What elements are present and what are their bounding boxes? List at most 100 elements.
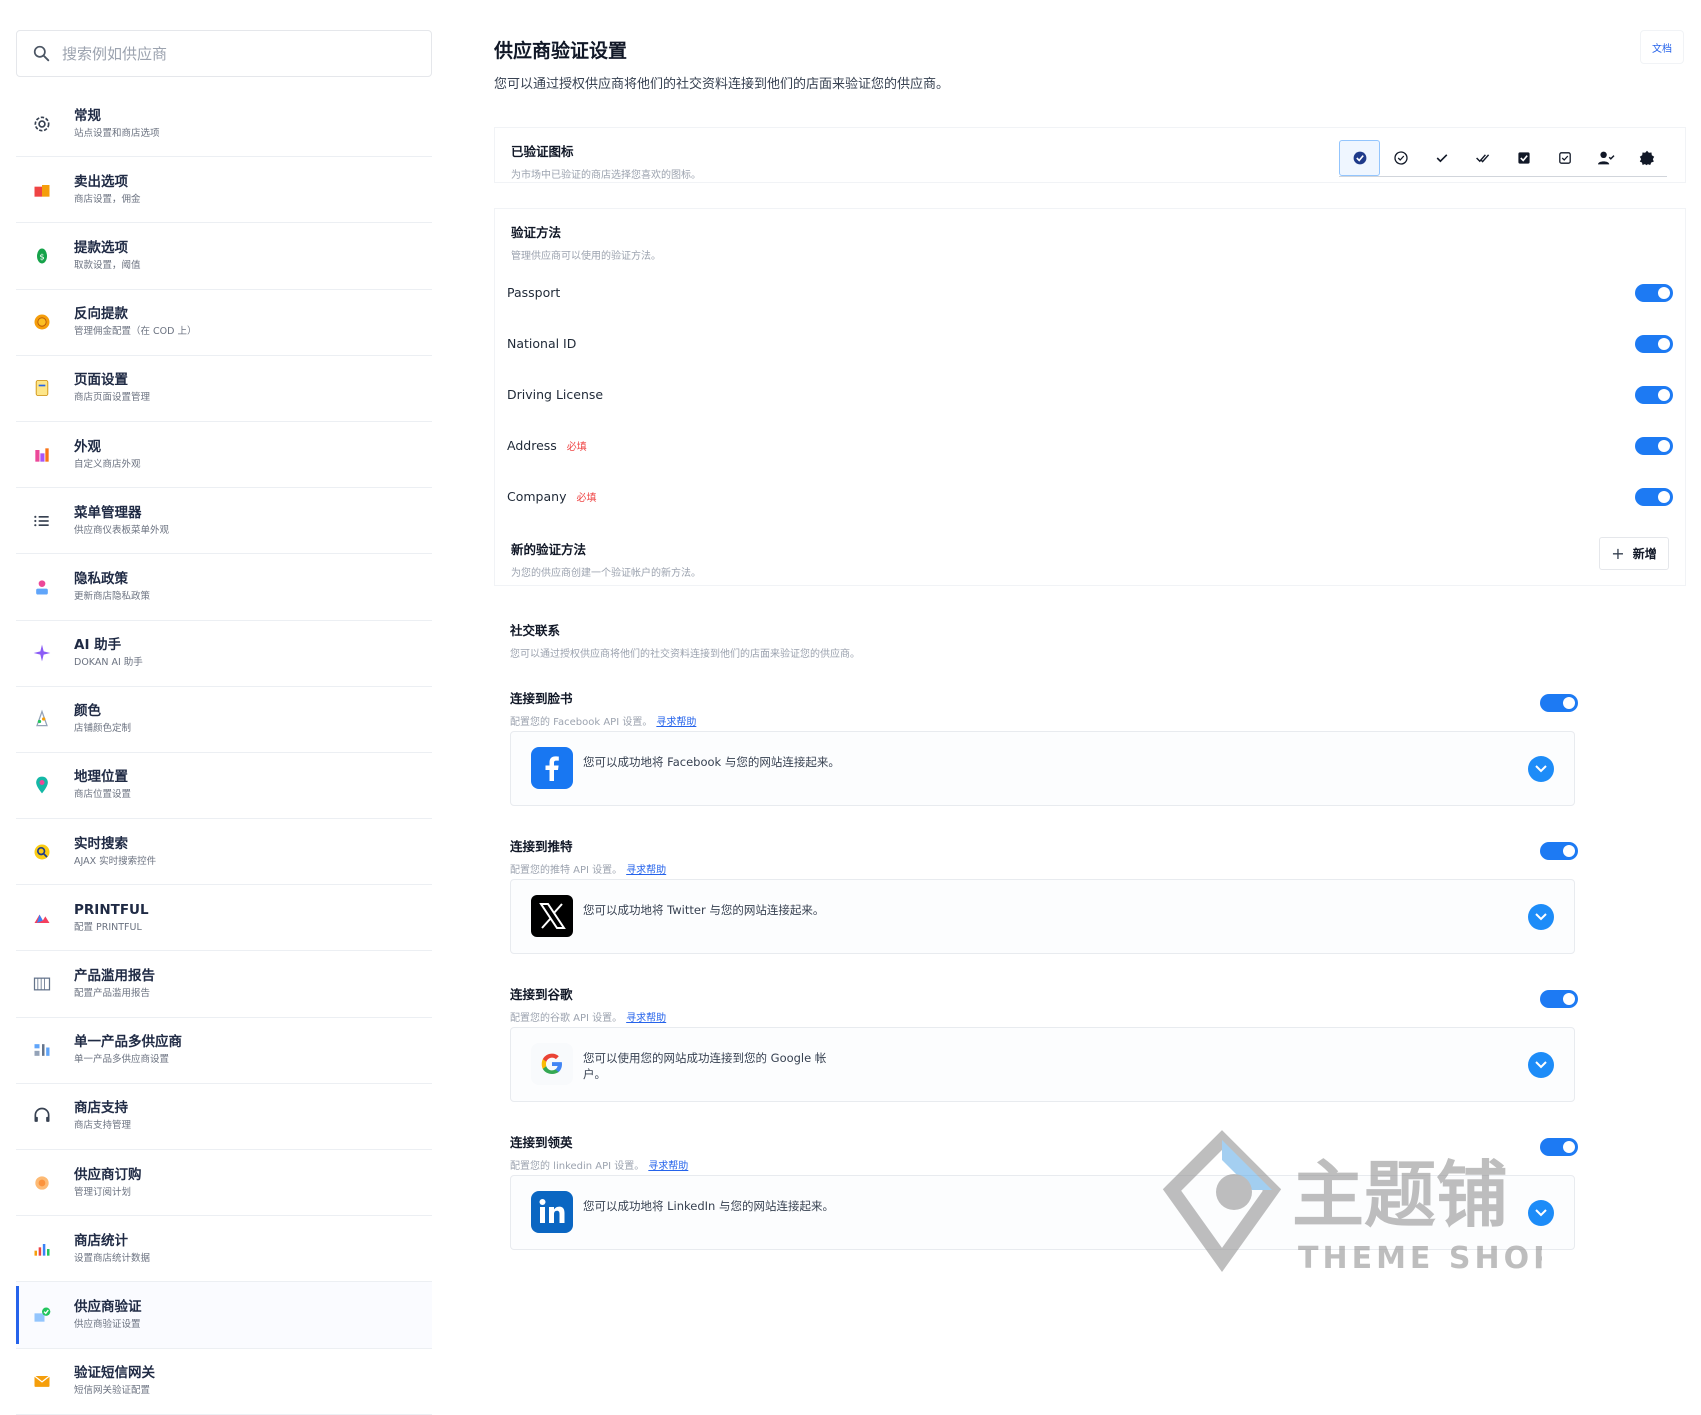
sidebar-item-7[interactable]: 隐私政策 更新商店隐私政策 — [16, 554, 432, 621]
sidebar-item-18[interactable]: 供应商验证 供应商验证设置 — [16, 1282, 432, 1349]
sidebar-item-17[interactable]: 商店统计 设置商店统计数据 — [16, 1216, 432, 1283]
sidebar-item-10[interactable]: 地理位置 商店位置设置 — [16, 753, 432, 820]
sidebar-item-text: 卖出选项 商店设置，佣金 — [74, 173, 141, 207]
method-toggle[interactable] — [1635, 386, 1673, 404]
sidebar-item-title: 供应商订购 — [74, 1166, 142, 1183]
social-connect-1: 连接到推特 配置您的推特 API 设置。 寻求帮助 您可以成功地将 Twitter 与… — [510, 836, 1686, 954]
social-sub: 您可以通过授权供应商将他们的社交资料连接到他们的店面来验证您的供应商。 — [510, 649, 860, 660]
sidebar-item-text: 商店支持 商店支持管理 — [74, 1099, 131, 1133]
social-toggle[interactable] — [1540, 990, 1578, 1008]
sidebar-item-title: 外观 — [74, 438, 101, 455]
social-connect-title: 连接到推特 — [510, 839, 573, 854]
required-badge: 必填 — [566, 442, 587, 453]
docs-button[interactable]: 文档 — [1640, 30, 1684, 64]
sidebar-item-14[interactable]: 单一产品多供应商 单一产品多供应商设置 — [16, 1018, 432, 1084]
social-connect-text: 您可以成功地将 LinkedIn 与您的网站连接起来。 — [583, 1199, 835, 1213]
social-connect-sub: 配置您的推特 API 设置。 寻求帮助 — [510, 861, 1686, 876]
facebook-icon — [531, 747, 573, 789]
sidebar-item-text: 常规站点设置和商店选项 — [74, 107, 160, 141]
svg-text:$: $ — [39, 251, 44, 261]
sidebar-item-subtitle: 供应商仪表板菜单外观 — [74, 524, 170, 536]
sidebar-item-9[interactable]: 颜色 店铺颜色定制 — [16, 687, 432, 753]
help-link[interactable]: 寻求帮助 — [626, 865, 666, 876]
sidebar-item-subtitle: 配置产品滥用报告 — [74, 988, 151, 1000]
sidebar-item-title: 菜单管理器 — [74, 504, 142, 521]
method-toggle[interactable] — [1635, 437, 1673, 455]
methods-sub: 管理供应商可以使用的验证方法。 — [511, 251, 661, 262]
method-toggle[interactable] — [1635, 488, 1673, 506]
sidebar-item-13[interactable]: 产品滥用报告配置产品滥用报告 — [16, 951, 432, 1018]
sidebar-item-subtitle: 设置商店统计数据 — [74, 1252, 151, 1264]
badge-icon[interactable] — [1626, 140, 1667, 176]
verified-icon-title: 已验证图标 — [511, 144, 574, 159]
check-circle-solid-icon[interactable] — [1339, 140, 1380, 176]
sidebar-item-4[interactable]: 页面设置 商店页面设置管理 — [16, 356, 432, 422]
sidebar-item-subtitle: 商店设置，佣金 — [74, 193, 141, 205]
color-icon — [30, 707, 54, 731]
sidebar-item-2[interactable]: $ 提款选项 取款设置，阈值 — [16, 223, 432, 290]
sidebar-item-subtitle: DOKAN AI 助手 — [74, 657, 143, 669]
sidebar-item-title: 常规 — [74, 107, 101, 124]
help-link[interactable]: 寻求帮助 — [656, 717, 696, 728]
sms-icon — [30, 1369, 54, 1393]
method-label: Address — [507, 438, 557, 453]
sidebar-item-text: 页面设置 商店页面设置管理 — [74, 371, 150, 405]
social-toggle[interactable] — [1540, 694, 1578, 712]
social-connect-text: 您可以使用您的网站成功连接到您的 Google 帐户。 — [583, 1051, 827, 1081]
sidebar-item-19[interactable]: 验证短信网关 短信网关验证配置 — [16, 1349, 432, 1415]
chevron-down-icon[interactable] — [1528, 756, 1554, 782]
sidebar-item-1[interactable]: 卖出选项 商店设置，佣金 — [16, 157, 432, 224]
check-icon[interactable] — [1421, 140, 1462, 176]
user-check-icon[interactable] — [1585, 140, 1626, 176]
printful-icon — [30, 906, 54, 930]
list-icon — [30, 509, 54, 533]
sidebar-item-16[interactable]: 供应商订购 管理订阅计划 — [16, 1150, 432, 1217]
sidebar-item-title: 产品滥用报告 — [74, 968, 155, 985]
sidebar-item-title: 供应商验证 — [74, 1298, 142, 1315]
social-toggle[interactable] — [1540, 1138, 1578, 1156]
check-square-outline-icon[interactable] — [1544, 140, 1585, 176]
verified-icon-card: 已验证图标 为市场中已验证的商店选择您喜欢的图标。 — [494, 127, 1686, 183]
sidebar-item-subtitle: 商店位置设置 — [74, 789, 132, 801]
help-link[interactable]: 寻求帮助 — [626, 1013, 666, 1024]
method-toggle[interactable] — [1635, 335, 1673, 353]
social-toggle[interactable] — [1540, 842, 1578, 860]
verified-icon-sub: 为市场中已验证的商店选择您喜欢的图标。 — [511, 170, 701, 181]
sidebar-item-15[interactable]: 商店支持 商店支持管理 — [16, 1084, 432, 1150]
chevron-down-icon[interactable] — [1528, 904, 1554, 930]
sidebar-item-title: 隐私政策 — [74, 570, 128, 587]
method-row: Passport — [495, 265, 1687, 320]
sidebar-item-8[interactable]: AI 助手 DOKAN AI 助手 — [16, 621, 432, 687]
double-check-icon[interactable] — [1462, 140, 1503, 176]
sidebar-item-subtitle: 取款设置，阈值 — [74, 259, 141, 271]
sidebar-item-6[interactable]: 菜单管理器供应商仪表板菜单外观 — [16, 488, 432, 555]
sidebar-item-subtitle: 配置 PRINTFUL — [74, 921, 142, 933]
gear-icon — [30, 112, 54, 136]
method-row: Driving License — [495, 367, 1687, 422]
sidebar-item-3[interactable]: 反向提款 管理佣金配置（在 COD 上） — [16, 290, 432, 356]
required-badge: 必填 — [576, 493, 597, 504]
help-link[interactable]: 寻求帮助 — [648, 1161, 688, 1172]
check-circle-outline-icon[interactable] — [1380, 140, 1421, 176]
method-toggle[interactable] — [1635, 284, 1673, 302]
headset-icon — [30, 1104, 54, 1128]
sidebar-item-12[interactable]: PRINTFUL 配置 PRINTFUL — [16, 885, 432, 952]
sidebar-item-subtitle: 站点设置和商店选项 — [74, 127, 160, 139]
watermark-emblem-icon — [1162, 1130, 1282, 1273]
sidebar-item-text: 单一产品多供应商 单一产品多供应商设置 — [74, 1033, 182, 1067]
search-input[interactable]: 搜索例如供应商 — [16, 30, 432, 77]
sidebar-item-0[interactable]: 常规站点设置和商店选项 — [16, 91, 432, 158]
sidebar-item-text: 供应商订购 管理订阅计划 — [74, 1166, 142, 1200]
check-square-solid-icon[interactable] — [1503, 140, 1544, 176]
chevron-down-icon[interactable] — [1528, 1052, 1554, 1078]
add-method-button[interactable]: + 新增 — [1599, 537, 1669, 570]
watermark-text-cn: 主题铺 — [1292, 1153, 1508, 1237]
social-connect-0: 连接到脸书 配置您的 Facebook API 设置。 寻求帮助 您可以成功地将 Fa… — [510, 688, 1686, 806]
social-connect-sub: 配置您的谷歌 API 设置。 寻求帮助 — [510, 1009, 1686, 1024]
sidebar-item-5[interactable]: 外观 自定义商店外观 — [16, 422, 432, 489]
sidebar-item-text: 实时搜索 AJAX 实时搜索控件 — [74, 835, 156, 869]
sidebar-item-11[interactable]: 实时搜索 AJAX 实时搜索控件 — [16, 819, 432, 886]
money-icon: $ — [30, 244, 54, 268]
new-method-sub: 为您的供应商创建一个验证帐户的新方法。 — [511, 568, 701, 579]
sidebar-item-subtitle: 商店页面设置管理 — [74, 392, 151, 404]
